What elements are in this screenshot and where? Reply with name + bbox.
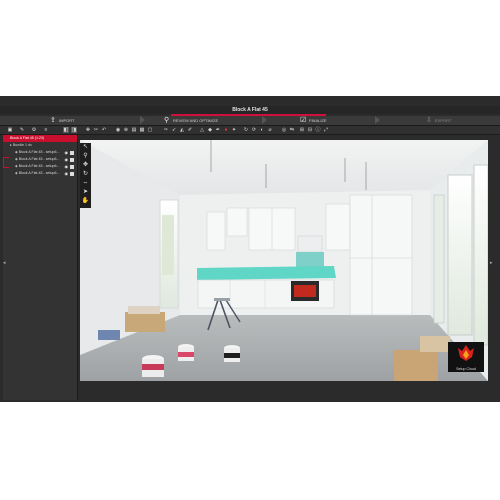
navigate-icon[interactable]: ➤: [80, 188, 91, 197]
flame-logo-icon: [458, 345, 474, 361]
view-toggle-icon[interactable]: ◨: [71, 127, 77, 133]
import-icon: ⇪: [50, 116, 56, 124]
zoom-icon[interactable]: ⚲: [80, 152, 91, 161]
selection-bracket: [3, 157, 9, 168]
step-finalize[interactable]: ☑ FINALIZE: [300, 116, 327, 125]
export-icon: ⇩: [426, 116, 432, 124]
tree-item-label: Bundle 1 dx: [12, 143, 32, 147]
tree-item-project[interactable]: Block A Flat 45 (1:23): [3, 135, 77, 142]
step-separator: [262, 116, 267, 124]
step-separator: [140, 116, 145, 124]
step-export-label: EXPORT: [435, 118, 452, 123]
step-finalize-label: FINALIZE: [309, 118, 327, 123]
collapse-left-icon[interactable]: ◂: [3, 260, 6, 266]
kitchen-scene: [80, 140, 488, 381]
tree-item-label: Block A Flat 45 - setup6...: [18, 150, 60, 154]
pin-icon[interactable]: ●: [223, 127, 229, 133]
step-export[interactable]: ⇩ EXPORT: [426, 116, 451, 125]
tree-item-label: Block A Flat 45 - setup6...: [18, 164, 60, 168]
tree-item-setup[interactable]: ◈ Block A Flat 45 - setup6... ◉: [3, 170, 77, 177]
viewer-toolbar: ↖ ⚲ ✥ ↻ ⇔ ➤ ✋: [80, 143, 91, 208]
compare-icon[interactable]: ⇆: [289, 127, 295, 133]
step-review-optimize[interactable]: ⚲ REVIEW AND OPTIMIZE: [164, 116, 218, 125]
finalize-icon: ☑: [300, 116, 307, 124]
grid-icon[interactable]: ⊞: [299, 127, 305, 133]
measure-icon[interactable]: ⌀: [267, 127, 273, 133]
move-icon[interactable]: ✥: [85, 127, 91, 133]
pointer-icon[interactable]: ➶: [171, 127, 177, 133]
edit-icon[interactable]: ✎: [19, 127, 25, 133]
grid-small-icon[interactable]: ⊟: [307, 127, 313, 133]
tree-item-label: Block A Flat 45 (1:23): [10, 136, 45, 140]
target-icon[interactable]: ⊕: [123, 127, 129, 133]
frame-icon[interactable]: ▢: [147, 127, 153, 133]
settings-icon[interactable]: ⚙: [31, 127, 37, 133]
checkbox[interactable]: [70, 157, 74, 162]
tree-item-label: Block A Flat 45 - setup6...: [18, 157, 60, 161]
step-separator: [375, 116, 380, 124]
checkbox[interactable]: [70, 150, 74, 155]
refresh-icon[interactable]: ⟳: [251, 127, 257, 133]
photo-icon[interactable]: ▦: [139, 127, 145, 133]
tree-item-label: Block A Flat 45 - setup6...: [18, 171, 60, 175]
project-title: Block A Flat 45: [232, 107, 268, 113]
pointer-icon[interactable]: ↖: [80, 143, 91, 152]
rotate-icon[interactable]: ↻: [80, 170, 91, 179]
brush-icon[interactable]: ✐: [187, 127, 193, 133]
shape-icon[interactable]: ◭: [179, 127, 185, 133]
layers-icon[interactable]: ≡: [43, 127, 49, 133]
lock-icon[interactable]: ◐: [259, 127, 265, 133]
camera-icon: ◉: [64, 163, 69, 169]
pan-icon[interactable]: ✥: [80, 161, 91, 170]
pen-icon[interactable]: ✑: [163, 127, 169, 133]
step-review-label: REVIEW AND OPTIMIZE: [173, 118, 219, 123]
checkbox[interactable]: [70, 171, 74, 176]
workflow-steps: ⇪ IMPORT ⚲ REVIEW AND OPTIMIZE ☑ FINALIZE ⇩…: [0, 116, 500, 126]
expand-icon[interactable]: ⤢: [323, 127, 329, 133]
view-toggle-icon[interactable]: ◧: [63, 127, 69, 133]
review-icon: ⚲: [164, 116, 170, 124]
main-toolbar: ▣ ✎ ⚙ ≡ ◧ ◨ ✥ ✂ ↶ ◉ ⊕ ▤ ▦ ▢ ✑ ➶ ◭ ✐ △ ◆ …: [0, 126, 500, 135]
collapse-right-icon[interactable]: ▸: [490, 260, 493, 266]
tree-item-setup[interactable]: ◈ Block A Flat 45 - setup6... ◉: [3, 149, 77, 156]
cut-icon[interactable]: ✂: [93, 127, 99, 133]
image-icon[interactable]: ▤: [131, 127, 137, 133]
setup-thumbnail-caption: Setup Cloud: [456, 367, 476, 371]
tree-item-setup[interactable]: ◈ Block A Flat 45 - setup6... ◉: [3, 163, 77, 170]
eye-icon[interactable]: ◎: [281, 127, 287, 133]
wand-icon[interactable]: ✦: [231, 127, 237, 133]
camera-icon: ◉: [64, 149, 69, 155]
panorama-viewer[interactable]: [80, 140, 488, 381]
fit-icon[interactable]: ⇔: [80, 179, 91, 188]
camera-icon: ◉: [64, 156, 69, 162]
tree-item-setup[interactable]: ◈ Block A Flat 45 - setup6... ◉: [3, 156, 77, 163]
setup-thumbnail[interactable]: Setup Cloud: [448, 342, 484, 372]
fill-icon[interactable]: ◆: [207, 127, 213, 133]
hand-icon[interactable]: ✋: [80, 197, 91, 206]
tree-item-bundle[interactable]: ▸ Bundle 1 dx: [3, 142, 77, 149]
step-import[interactable]: ⇪ IMPORT: [50, 116, 74, 125]
camera-icon[interactable]: ◉: [115, 127, 121, 133]
folder-icon[interactable]: ▣: [7, 127, 13, 133]
project-titlebar: Block A Flat 45: [0, 106, 500, 114]
camera-icon: ◉: [64, 170, 69, 176]
info-icon[interactable]: ⓘ: [315, 127, 321, 133]
project-tree-panel: Block A Flat 45 (1:23) ▸ Bundle 1 dx ◈ B…: [3, 135, 78, 400]
marker-icon[interactable]: ✒: [215, 127, 221, 133]
rotate-icon[interactable]: ↻: [243, 127, 249, 133]
undo-icon[interactable]: ↶: [101, 127, 107, 133]
checkbox[interactable]: [70, 164, 74, 169]
step-import-label: IMPORT: [59, 118, 75, 123]
triangle-icon[interactable]: △: [199, 127, 205, 133]
